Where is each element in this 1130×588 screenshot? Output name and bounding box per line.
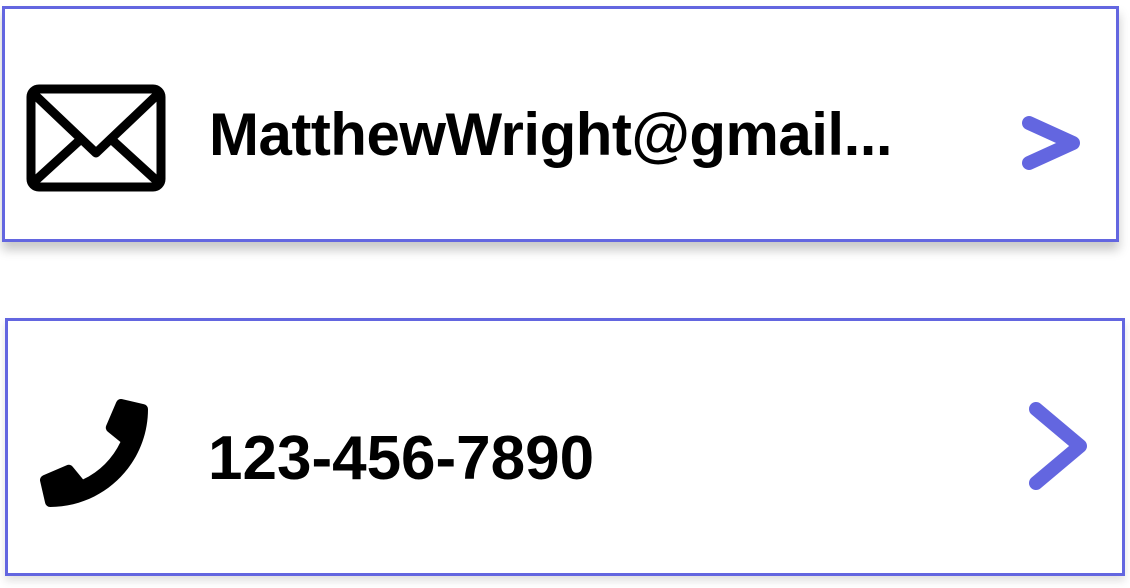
phone-icon: [40, 399, 148, 507]
email-contact-row[interactable]: MatthewWright@gmail...: [2, 6, 1119, 242]
phone-contact-row[interactable]: 123-456-7890: [5, 318, 1125, 576]
chevron-right-icon[interactable]: [1015, 113, 1085, 173]
mail-icon: [26, 84, 166, 192]
email-address: MatthewWright@gmail...: [209, 101, 893, 168]
phone-number: 123-456-7890: [208, 424, 595, 493]
chevron-right-icon[interactable]: [1018, 397, 1098, 495]
